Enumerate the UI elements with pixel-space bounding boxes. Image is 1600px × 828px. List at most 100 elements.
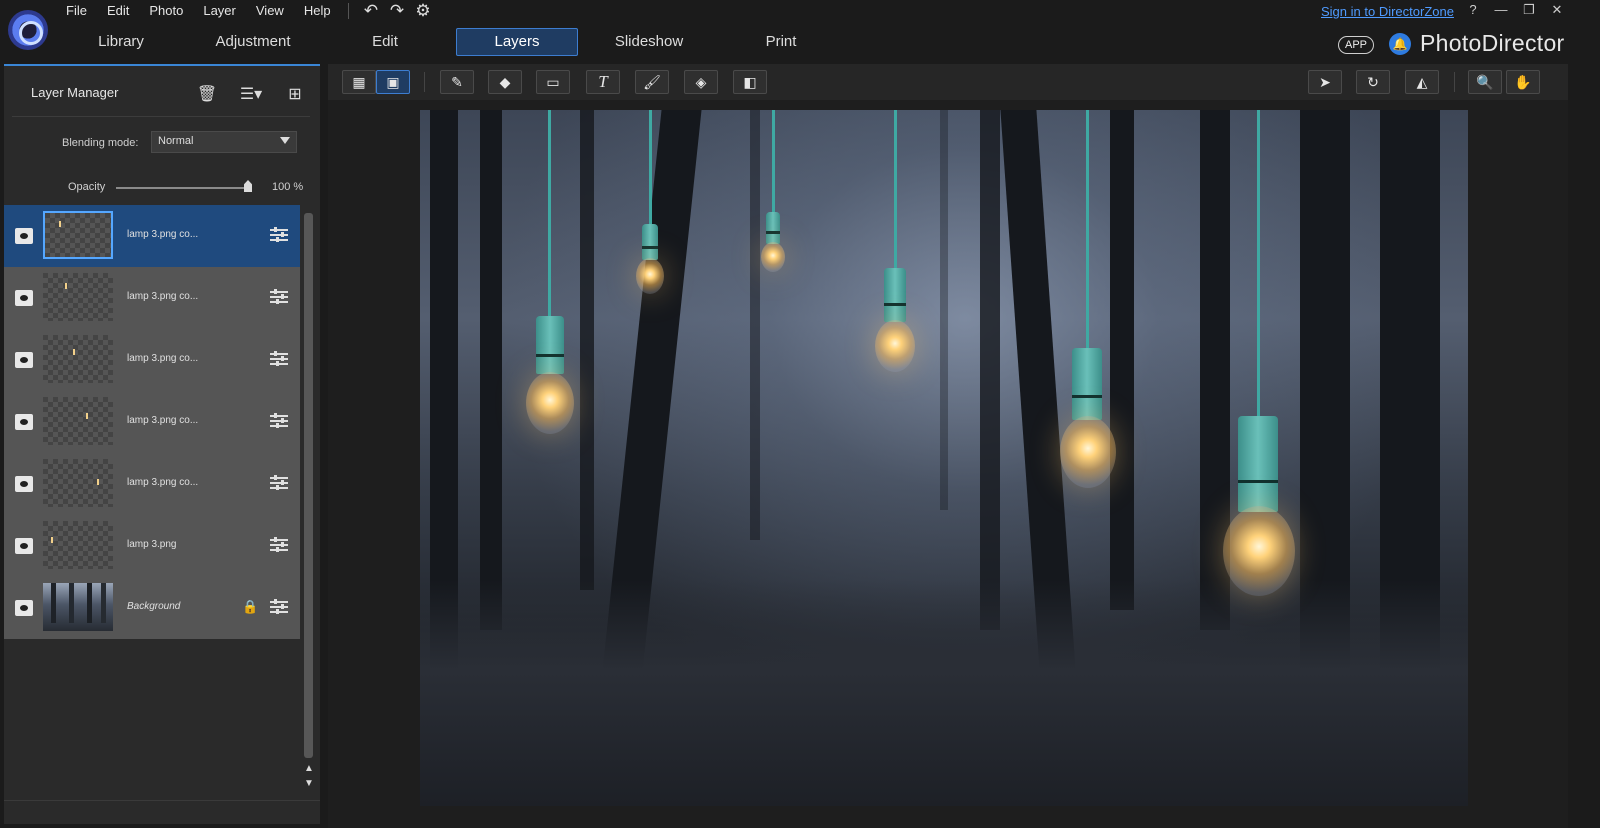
eye-visibility-icon[interactable] <box>15 228 33 244</box>
zoom-icon[interactable]: 🔍 <box>1468 70 1502 94</box>
layer-row[interactable]: lamp 3.png co... <box>4 267 300 329</box>
layer-name: lamp 3.png co... <box>127 477 199 488</box>
layer-settings-icon[interactable] <box>270 289 288 305</box>
tab-layers[interactable]: Layers <box>456 28 578 56</box>
layer-thumbnail <box>43 273 113 321</box>
eye-visibility-icon[interactable] <box>15 476 33 492</box>
lamp-socket <box>766 212 780 244</box>
tree-silhouette <box>1110 110 1134 610</box>
layer-row[interactable]: lamp 3.png co... <box>4 329 300 391</box>
eye-visibility-icon[interactable] <box>15 538 33 554</box>
layer-row[interactable]: Background 🔒 <box>4 577 300 639</box>
layer-settings-icon[interactable] <box>270 599 288 615</box>
light-bulb-icon <box>1060 416 1116 488</box>
layer-row[interactable]: lamp 3.png co... <box>4 391 300 453</box>
layer-manager-title: Layer Manager <box>31 85 119 100</box>
settings-gear-icon[interactable]: ⚙ <box>413 1 433 21</box>
restore-icon[interactable]: ❐ <box>1522 2 1536 18</box>
tab-library[interactable]: Library <box>60 28 182 56</box>
tab-print[interactable]: Print <box>720 28 842 56</box>
layer-manager-panel: Layer Manager 🗑 ☰▾ ⊞ Blending mode: Norm… <box>4 64 320 824</box>
divider <box>348 3 349 19</box>
tab-slideshow[interactable]: Slideshow <box>588 28 710 56</box>
lamp-socket <box>1072 348 1102 420</box>
eye-visibility-icon[interactable] <box>15 600 33 616</box>
paint-bucket-icon[interactable]: ◈ <box>684 70 718 94</box>
layer-settings-icon[interactable] <box>270 475 288 491</box>
brand-title: PhotoDirector <box>1420 30 1565 56</box>
eye-visibility-icon[interactable] <box>15 290 33 306</box>
lamp-cord <box>649 110 652 228</box>
layer-name: Background <box>127 601 181 612</box>
menu-file[interactable]: File <box>56 0 97 22</box>
layer-thumbnail <box>43 397 113 445</box>
light-bulb-icon <box>636 258 664 294</box>
undo-icon[interactable]: ↶ <box>361 1 381 21</box>
menu-edit[interactable]: Edit <box>97 0 139 22</box>
layer-row[interactable]: lamp 3.png co... <box>4 205 300 267</box>
layer-image-view-icon[interactable]: ▣ <box>376 70 410 94</box>
text-icon[interactable]: T <box>586 70 620 94</box>
tree-silhouette <box>750 110 760 540</box>
menu-photo[interactable]: Photo <box>139 0 193 22</box>
layer-thumbnail-view-icon[interactable]: ▦ <box>342 70 376 94</box>
top-bar: File Edit Photo Layer View Help ↶ ↷ ⚙ Si… <box>0 0 1600 64</box>
rotate-icon[interactable]: ↻ <box>1356 70 1390 94</box>
minimize-icon[interactable]: — <box>1494 2 1508 18</box>
blending-mode-select[interactable]: Normal <box>151 131 297 153</box>
flip-icon[interactable]: ◭ <box>1405 70 1439 94</box>
lamp-cord <box>772 110 775 216</box>
layer-actions: 🗑 ☰▾ ⊞ <box>194 84 308 104</box>
trash-icon[interactable]: 🗑 <box>194 84 220 104</box>
add-layer-icon[interactable]: ⊞ <box>282 84 308 104</box>
layer-row[interactable]: lamp 3.png <box>4 515 300 577</box>
move-layer-up-icon[interactable]: ▲ <box>304 763 314 774</box>
layer-list: lamp 3.png co... lamp 3.png co... lamp 3… <box>4 205 300 639</box>
notification-bell-icon[interactable]: 🔔 <box>1389 33 1411 55</box>
tab-edit[interactable]: Edit <box>324 28 446 56</box>
pan-hand-icon[interactable]: ✋ <box>1506 70 1540 94</box>
chevron-down-icon <box>280 137 290 144</box>
select-arrow-icon[interactable]: ➤ <box>1308 70 1342 94</box>
menu-view[interactable]: View <box>246 0 294 22</box>
signin-link[interactable]: Sign in to DirectorZone <box>1321 4 1454 19</box>
lamp-cord <box>548 110 551 320</box>
rectangle-icon[interactable]: ▭ <box>536 70 570 94</box>
tree-silhouette <box>480 110 502 630</box>
opacity-label: Opacity <box>68 181 106 193</box>
eraser-icon[interactable]: ◆ <box>488 70 522 94</box>
light-bulb-icon <box>1223 506 1295 596</box>
layer-list-scrollbar[interactable] <box>304 213 313 758</box>
menu-help[interactable]: Help <box>294 0 341 22</box>
menu-bar: File Edit Photo Layer View Help <box>56 0 341 22</box>
layer-settings-icon[interactable] <box>270 227 288 243</box>
photo-canvas[interactable] <box>420 110 1468 806</box>
divider <box>424 72 425 92</box>
layer-thumbnail <box>43 521 113 569</box>
layer-settings-icon[interactable] <box>270 413 288 429</box>
opacity-value: 100 % <box>272 181 304 193</box>
layer-menu-icon[interactable]: ☰▾ <box>238 84 264 104</box>
close-icon[interactable]: ✕ <box>1550 2 1564 18</box>
gradient-icon[interactable]: ◧ <box>733 70 767 94</box>
eye-visibility-icon[interactable] <box>15 352 33 368</box>
tab-adjustment[interactable]: Adjustment <box>192 28 314 56</box>
layer-settings-icon[interactable] <box>270 351 288 367</box>
opacity-slider[interactable] <box>116 187 250 189</box>
move-layer-down-icon[interactable]: ▼ <box>304 778 314 789</box>
app-badge-button[interactable]: APP <box>1338 36 1375 54</box>
quick-actions: ↶ ↷ ⚙ <box>348 0 433 22</box>
menu-layer[interactable]: Layer <box>193 0 246 22</box>
layer-settings-icon[interactable] <box>270 537 288 553</box>
layer-name: lamp 3.png <box>127 539 177 550</box>
help-icon[interactable]: ? <box>1466 2 1480 18</box>
paintbrush-icon[interactable]: 🖌 <box>635 70 669 94</box>
redo-icon[interactable]: ↷ <box>387 1 407 21</box>
brush-icon[interactable]: ✎ <box>440 70 474 94</box>
tree-silhouette <box>580 110 594 590</box>
layer-name: lamp 3.png co... <box>127 353 199 364</box>
lock-icon[interactable]: 🔒 <box>242 599 258 615</box>
eye-visibility-icon[interactable] <box>15 414 33 430</box>
layer-row[interactable]: lamp 3.png co... <box>4 453 300 515</box>
opacity-slider-thumb[interactable] <box>244 180 252 192</box>
